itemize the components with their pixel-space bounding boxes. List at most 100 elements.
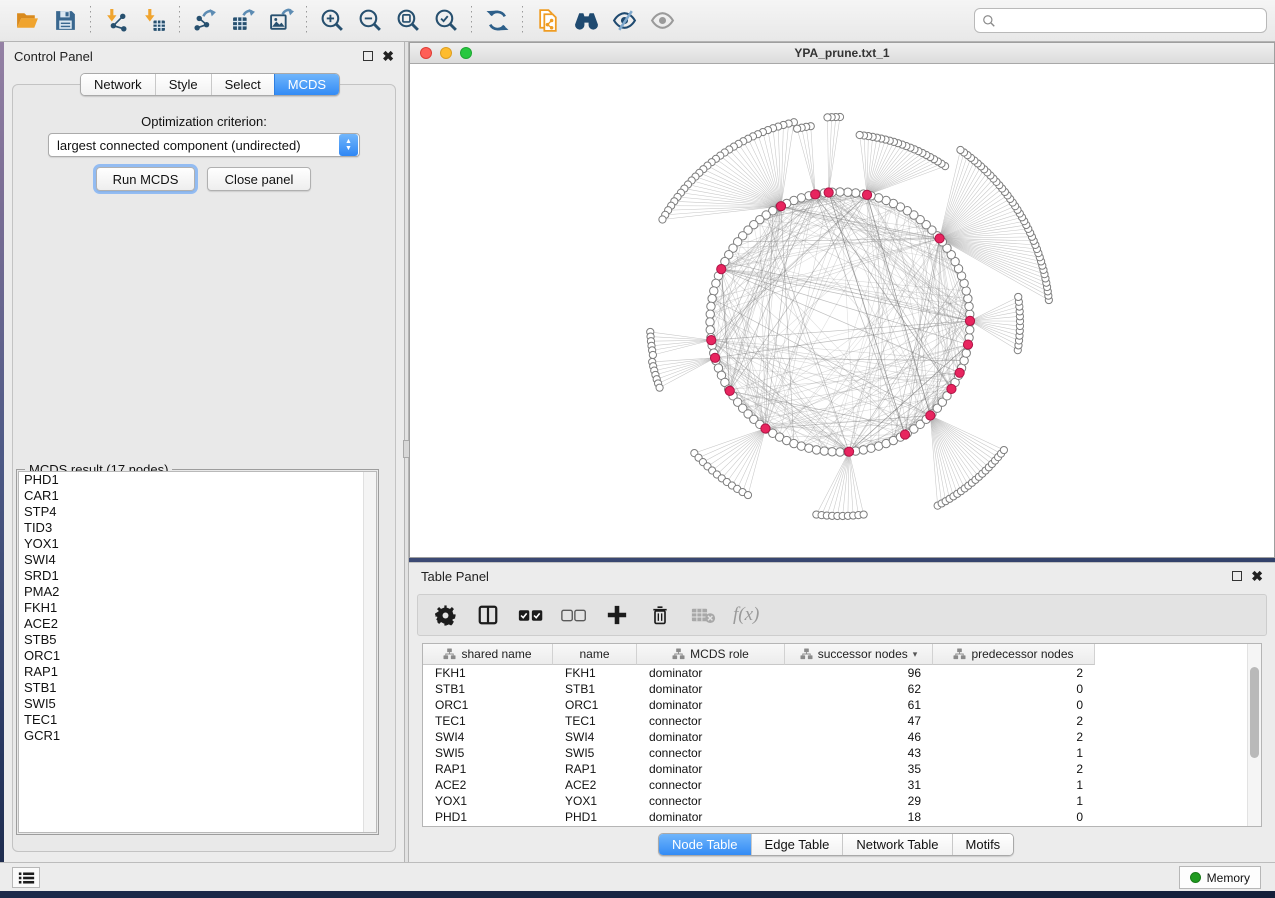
table-tab-edge-table[interactable]: Edge Table [751, 834, 843, 855]
mcds-result-item[interactable]: PMA2 [19, 584, 376, 600]
table-scrollbar[interactable] [1247, 644, 1261, 826]
network-node[interactable] [856, 131, 863, 138]
table-cell[interactable]: 2 [933, 665, 1095, 681]
table-cell[interactable]: FKH1 [423, 665, 553, 681]
table-cell[interactable]: dominator [637, 729, 785, 745]
tab-select[interactable]: Select [211, 74, 274, 95]
network-node[interactable] [824, 188, 833, 197]
search-input[interactable] [996, 11, 1259, 31]
zoom-fit-button[interactable] [389, 4, 427, 38]
table-cell[interactable]: ACE2 [553, 777, 637, 793]
network-node[interactable] [862, 190, 871, 199]
mcds-result-item[interactable]: STB1 [19, 680, 376, 696]
table-cell[interactable]: 43 [785, 745, 933, 761]
select-all-rows-button[interactable] [518, 600, 544, 630]
network-node[interactable] [776, 202, 785, 211]
delete-row-button[interactable] [647, 600, 673, 630]
column-header-shared-name[interactable]: shared name [423, 644, 553, 665]
network-node[interactable] [844, 188, 852, 196]
table-row[interactable]: SWI5SWI5connector431 [423, 745, 1261, 761]
network-node[interactable] [962, 349, 970, 357]
network-node[interactable] [966, 326, 974, 334]
table-cell[interactable]: 0 [933, 681, 1095, 697]
mcds-result-item[interactable]: TID3 [19, 520, 376, 536]
table-cell[interactable]: dominator [637, 809, 785, 825]
table-cell[interactable]: 2 [933, 761, 1095, 777]
table-cell[interactable]: connector [637, 713, 785, 729]
table-cell[interactable]: RAP1 [553, 761, 637, 777]
table-row[interactable]: YOX1YOX1connector291 [423, 793, 1261, 809]
network-node[interactable] [859, 446, 867, 454]
network-node[interactable] [707, 335, 716, 344]
clone-network-button[interactable] [529, 4, 567, 38]
network-node[interactable] [706, 326, 714, 334]
table-tab-node-table[interactable]: Node Table [659, 834, 751, 855]
tab-mcds[interactable]: MCDS [274, 74, 339, 95]
mcds-result-item[interactable]: CAR1 [19, 488, 376, 504]
table-cell[interactable]: 1 [933, 745, 1095, 761]
table-row[interactable]: TEC1TEC1connector472 [423, 713, 1261, 729]
table-cell[interactable]: ORC1 [423, 697, 553, 713]
table-cell[interactable]: SWI5 [423, 745, 553, 761]
table-cell[interactable]: YOX1 [553, 793, 637, 809]
table-cell[interactable]: 31 [785, 777, 933, 793]
network-node[interactable] [851, 189, 859, 197]
table-row[interactable]: ACE2ACE2connector311 [423, 777, 1261, 793]
table-cell[interactable]: dominator [637, 697, 785, 713]
table-cell[interactable]: 47 [785, 713, 933, 729]
run-mcds-button[interactable]: Run MCDS [96, 167, 195, 191]
network-node[interactable] [844, 447, 853, 456]
network-graph[interactable] [410, 64, 1274, 557]
network-node[interactable] [1015, 293, 1022, 300]
hide-selected-button[interactable] [605, 4, 643, 38]
network-node[interactable] [811, 190, 820, 199]
network-node[interactable] [708, 294, 716, 302]
open-file-button[interactable] [8, 4, 46, 38]
zoom-in-button[interactable] [313, 4, 351, 38]
memory-button[interactable]: Memory [1179, 866, 1261, 889]
task-history-button[interactable] [12, 867, 40, 888]
network-titlebar[interactable]: YPA_prune.txt_1 [410, 43, 1274, 64]
table-cell[interactable]: 2 [933, 729, 1095, 745]
table-row[interactable]: PHD1PHD1dominator180 [423, 809, 1261, 825]
table-row[interactable]: RAP1RAP1dominator352 [423, 761, 1261, 777]
tab-network[interactable]: Network [81, 74, 155, 95]
table-cell[interactable]: dominator [637, 681, 785, 697]
mcds-result-item[interactable]: STP4 [19, 504, 376, 520]
mcds-result-item[interactable]: SWI4 [19, 552, 376, 568]
table-scrollbar-thumb[interactable] [1250, 667, 1259, 758]
function-builder-button[interactable]: f(x) [733, 604, 759, 626]
network-node[interactable] [1000, 446, 1007, 453]
network-node[interactable] [649, 351, 656, 358]
network-node[interactable] [805, 444, 813, 452]
table-cell[interactable]: 1 [933, 777, 1095, 793]
table-cell[interactable]: dominator [637, 761, 785, 777]
table-cell[interactable]: 18 [785, 809, 933, 825]
table-cell[interactable]: connector [637, 777, 785, 793]
network-node[interactable] [836, 188, 844, 196]
column-header-predecessor-nodes[interactable]: predecessor nodes [933, 644, 1095, 665]
network-node[interactable] [836, 448, 844, 456]
table-row[interactable]: ORC1ORC1dominator610 [423, 697, 1261, 713]
export-image-button[interactable] [262, 4, 300, 38]
network-node[interactable] [900, 430, 909, 439]
network-node[interactable] [935, 234, 944, 243]
table-cell[interactable]: 35 [785, 761, 933, 777]
network-node[interactable] [965, 302, 973, 310]
deselect-all-rows-button[interactable] [561, 600, 587, 630]
network-node[interactable] [947, 384, 956, 393]
table-tab-network-table[interactable]: Network Table [842, 834, 951, 855]
mcds-result-item[interactable]: SWI5 [19, 696, 376, 712]
float-table-panel-icon[interactable] [1232, 571, 1242, 581]
tab-style[interactable]: Style [155, 74, 211, 95]
network-node[interactable] [794, 125, 801, 132]
network-node[interactable] [656, 384, 663, 391]
table-cell[interactable]: SWI5 [553, 745, 637, 761]
mcds-result-item[interactable]: ACE2 [19, 616, 376, 632]
show-columns-button[interactable] [475, 600, 501, 630]
table-cell[interactable]: PHD1 [423, 809, 553, 825]
column-header-name[interactable]: name [553, 644, 637, 665]
table-cell[interactable]: SWI4 [423, 729, 553, 745]
network-node[interactable] [860, 511, 867, 518]
network-node[interactable] [926, 411, 935, 420]
